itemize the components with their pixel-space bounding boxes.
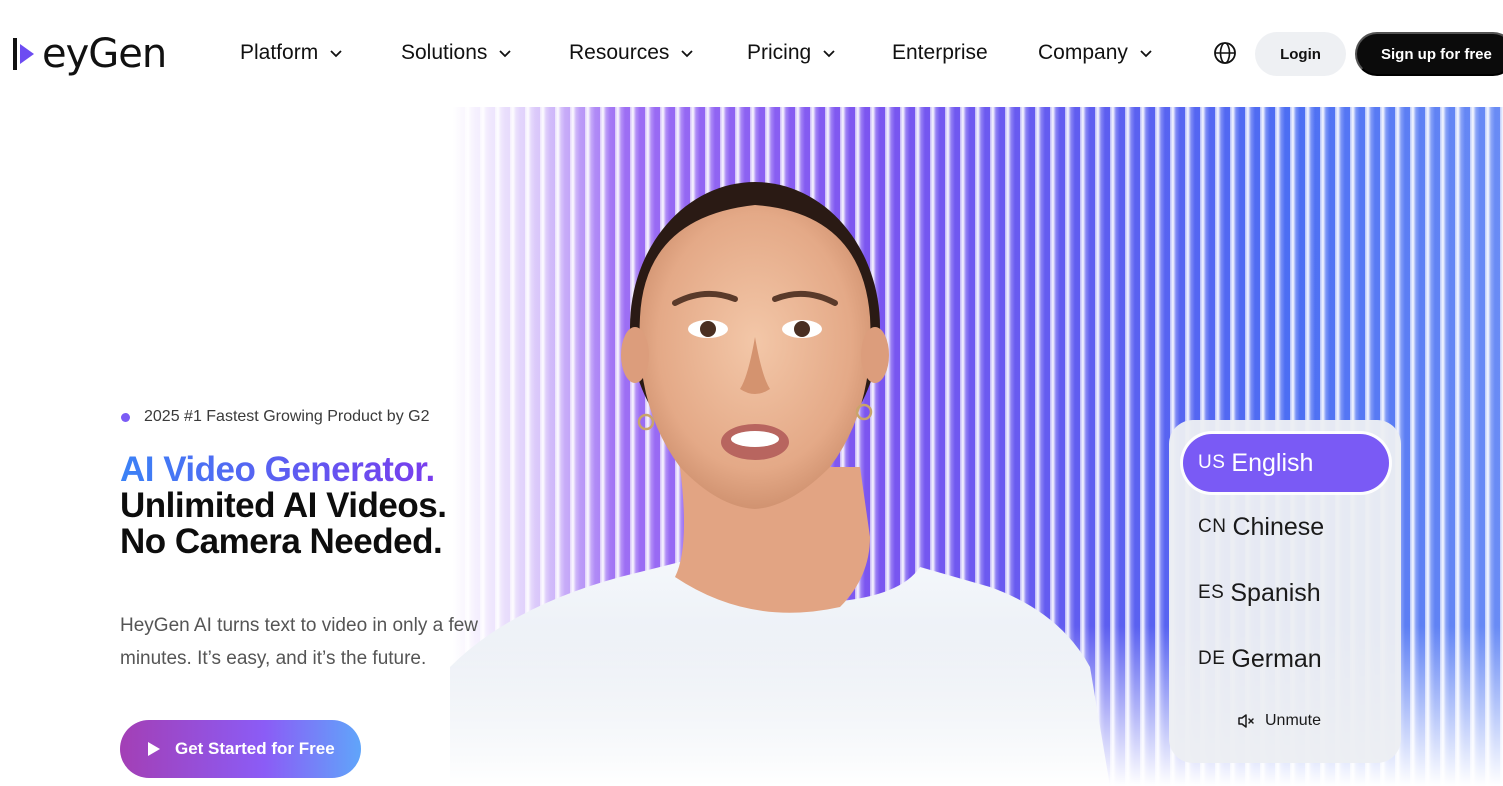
language-label: Chinese (1232, 512, 1325, 541)
chevron-down-icon (681, 50, 694, 58)
nav-company-label: Company (1038, 41, 1128, 64)
chevron-down-icon (1140, 50, 1152, 58)
language-option-chinese[interactable]: CN Chinese (1183, 498, 1389, 556)
hero-headline: AI Video Generator. Unlimited AI Videos.… (120, 452, 447, 561)
nav-pricing[interactable]: Pricing (747, 38, 835, 68)
language-label: English (1231, 448, 1314, 477)
heygen-logo[interactable]: eyGen (12, 30, 167, 78)
unmute-button[interactable]: Unmute (1237, 712, 1321, 730)
language-code: US (1198, 452, 1226, 473)
unmute-label: Unmute (1265, 712, 1322, 729)
language-selector-panel: US English CN Chinese ES Spanish DE Germ… (1169, 420, 1401, 763)
language-code: DE (1198, 648, 1226, 669)
language-label: Spanish (1230, 578, 1321, 607)
hero-description: HeyGen AI turns text to video in only a … (120, 615, 479, 669)
badge-dot-icon (121, 412, 130, 422)
language-code: CN (1198, 516, 1227, 537)
nav-resources[interactable]: Resources (569, 38, 694, 68)
headline-accent: AI Video Generator. (120, 452, 446, 488)
nav-resources-label: Resources (569, 41, 670, 64)
chevron-down-icon (499, 50, 512, 58)
nav-solutions[interactable]: Solutions (401, 38, 512, 68)
nav-platform[interactable]: Platform (240, 38, 342, 68)
play-icon (148, 742, 160, 756)
signup-button[interactable]: Sign up for free (1355, 32, 1503, 76)
chevron-down-icon (330, 50, 342, 58)
headline-line-2: Unlimited AI Videos. (120, 486, 447, 525)
logo-text: eyGen (42, 31, 167, 77)
language-label: German (1231, 644, 1322, 673)
top-navigation: eyGen Platform Solutions Resources Prici… (0, 0, 1503, 107)
logo-mark-icon (13, 38, 34, 70)
login-button[interactable]: Login (1255, 32, 1346, 76)
badge-text: 2025 #1 Fastest Growing Product by G2 (144, 408, 430, 425)
nav-platform-label: Platform (240, 41, 319, 64)
nav-company[interactable]: Company (1038, 38, 1152, 68)
award-badge: 2025 #1 Fastest Growing Product by G2 (121, 408, 429, 426)
language-option-spanish[interactable]: ES Spanish (1183, 564, 1389, 622)
muted-speaker-icon (1238, 714, 1254, 728)
nav-solutions-label: Solutions (401, 41, 488, 64)
nav-enterprise-label: Enterprise (892, 41, 988, 64)
nav-enterprise[interactable]: Enterprise (892, 38, 988, 68)
language-option-german[interactable]: DE German (1183, 630, 1389, 688)
nav-pricing-label: Pricing (747, 41, 812, 64)
chevron-down-icon (823, 50, 835, 58)
get-started-button[interactable]: Get Started for Free (120, 720, 361, 778)
language-code: ES (1198, 582, 1225, 603)
headline-line-3: No Camera Needed. (120, 522, 443, 561)
get-started-label: Get Started for Free (175, 739, 335, 758)
language-option-english[interactable]: US English (1183, 434, 1389, 492)
globe-icon[interactable] (1212, 40, 1238, 66)
